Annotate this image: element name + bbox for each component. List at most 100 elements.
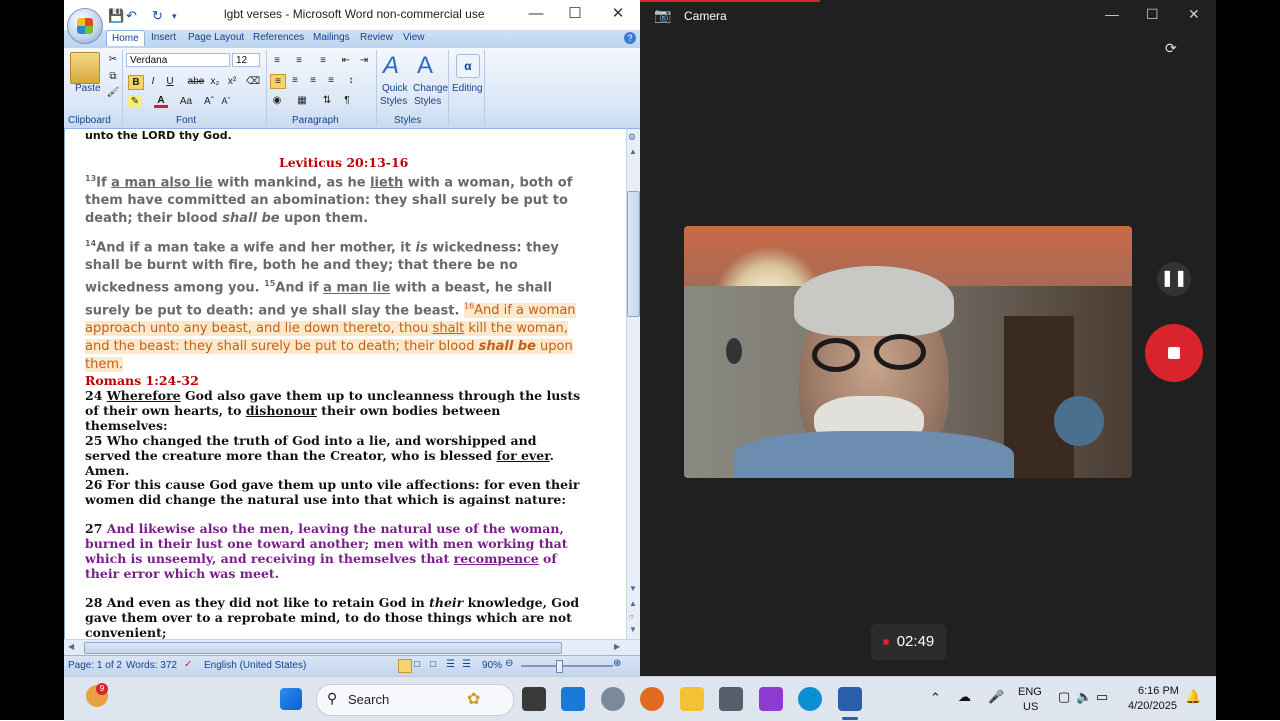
undo-icon[interactable]: ↶ [126, 8, 137, 24]
notifications-icon[interactable]: 🔔 [1185, 689, 1201, 705]
justify-icon[interactable]: ≡ [324, 74, 338, 87]
superscript-button[interactable]: x² [225, 75, 239, 88]
office-button[interactable] [67, 8, 103, 44]
qat-menu-icon[interactable]: ▾ [172, 11, 177, 22]
zoom-slider[interactable] [521, 665, 613, 667]
shading-icon[interactable]: ◉ [270, 94, 284, 107]
camera-taskbar-icon[interactable] [719, 687, 743, 711]
clock-date[interactable]: 4/20/2025 [1128, 700, 1177, 712]
pause-button[interactable]: ❚❚ [1157, 262, 1191, 296]
minimize-button[interactable]: — [1105, 6, 1119, 22]
draft-icon[interactable]: ☰ [462, 659, 471, 670]
document-area[interactable]: unto the LORD thy God. Leviticus 20:13-1… [64, 129, 640, 639]
scrollbar-thumb[interactable] [627, 191, 640, 317]
scroll-up-icon[interactable]: ▲ [629, 147, 637, 156]
save-icon[interactable]: 💾 [108, 8, 124, 24]
increase-indent-icon[interactable]: ⇥ [357, 54, 371, 67]
document-page[interactable]: unto the LORD thy God. Leviticus 20:13-1… [65, 129, 625, 639]
cut-icon[interactable]: ✂ [106, 53, 120, 66]
copy-icon[interactable]: ⧉ [106, 70, 120, 83]
volume-icon[interactable]: 🔈 [1076, 689, 1092, 705]
tab-page-layout[interactable]: Page Layout [188, 32, 244, 43]
maximize-button[interactable]: ☐ [1146, 6, 1159, 23]
clear-formatting-icon[interactable]: ⌫ [246, 75, 260, 88]
zoom-in-icon[interactable]: ⊕ [613, 658, 621, 669]
web-layout-icon[interactable]: □ [430, 659, 436, 670]
scroll-left-icon[interactable]: ◀ [68, 642, 74, 651]
language-2[interactable]: US [1023, 701, 1038, 713]
settings-icon[interactable] [601, 687, 625, 711]
horizontal-thumb[interactable] [84, 642, 562, 654]
battery-icon[interactable]: ▭ [1096, 689, 1108, 705]
highlight-icon[interactable]: ✎ [128, 95, 142, 108]
format-painter-icon[interactable]: 🖌 [106, 86, 120, 99]
language-1[interactable]: ENG [1018, 686, 1042, 698]
proofing-icon[interactable]: ✓ [184, 659, 192, 670]
close-button[interactable]: ✕ [607, 4, 629, 24]
zoom-slider-handle[interactable] [556, 660, 563, 673]
strikethrough-button[interactable]: abe [186, 75, 206, 88]
paste-icon[interactable] [70, 52, 100, 84]
outline-icon[interactable]: ☰ [446, 659, 455, 670]
language-status[interactable]: English (United States) [204, 660, 306, 671]
scroll-right-icon[interactable]: ▶ [614, 642, 620, 651]
switch-camera-icon[interactable]: ⟳ [1165, 40, 1177, 57]
italic-button[interactable]: I [146, 75, 160, 88]
binoculars-icon[interactable]: α [456, 54, 480, 78]
print-layout-icon[interactable] [398, 659, 412, 673]
tab-mailings[interactable]: Mailings [313, 32, 350, 43]
bullets-icon[interactable]: ≡ [270, 54, 284, 67]
task-view-icon[interactable] [522, 687, 546, 711]
tab-review[interactable]: Review [360, 32, 393, 43]
tab-view[interactable]: View [403, 32, 425, 43]
tab-insert[interactable]: Insert [151, 32, 176, 43]
align-left-icon[interactable]: ≡ [270, 74, 286, 89]
page-count[interactable]: Page: 1 of 2 [68, 660, 122, 671]
file-explorer-icon[interactable] [680, 687, 704, 711]
show-marks-icon[interactable]: ¶ [340, 94, 354, 107]
change-case-icon[interactable]: Aa [176, 95, 196, 108]
search-box[interactable]: ⚲ Search ✿ [316, 684, 514, 716]
edge-icon[interactable] [798, 687, 822, 711]
minimize-button[interactable]: — [525, 4, 547, 24]
help-icon[interactable]: ? [624, 32, 636, 44]
font-name-select[interactable]: Verdana [126, 53, 230, 67]
microphone-icon[interactable]: 🎤 [988, 689, 1004, 705]
decrease-indent-icon[interactable]: ⇤ [339, 54, 353, 67]
change-styles-icon[interactable]: A [417, 52, 443, 80]
close-button[interactable]: ✕ [1188, 6, 1200, 23]
multilevel-list-icon[interactable]: ≡ [316, 54, 330, 67]
stop-recording-button[interactable] [1145, 324, 1203, 382]
display-icon[interactable]: ▢ [1058, 689, 1070, 705]
subscript-button[interactable]: x₂ [208, 75, 222, 88]
clock-time[interactable]: 6:16 PM [1138, 685, 1179, 697]
underline-button[interactable]: U [163, 75, 177, 88]
bold-button[interactable]: B [128, 75, 144, 90]
store-icon[interactable] [561, 687, 585, 711]
quick-styles-icon[interactable]: A [383, 52, 409, 80]
ruler-toggle-icon[interactable]: ⚙ [628, 132, 636, 143]
redo-icon[interactable]: ↻ [152, 8, 163, 24]
grow-font-icon[interactable]: Aˆ [202, 95, 216, 108]
font-color-icon[interactable]: A [154, 94, 168, 108]
clipchamp-icon[interactable] [759, 687, 783, 711]
line-spacing-icon[interactable]: ↕ [344, 74, 358, 87]
zoom-level[interactable]: 90% [482, 660, 502, 671]
maximize-button[interactable]: ☐ [564, 4, 586, 24]
zoom-out-icon[interactable]: ⊖ [505, 658, 513, 669]
shrink-font-icon[interactable]: Aˇ [219, 95, 233, 108]
select-browse-object-icon[interactable]: ○ [629, 612, 634, 621]
firefox-icon[interactable] [640, 687, 664, 711]
previous-page-icon[interactable]: ▲ [629, 599, 637, 608]
scroll-down-icon[interactable]: ▼ [629, 584, 637, 593]
start-icon[interactable] [280, 688, 302, 710]
editing-label[interactable]: Editing [452, 83, 483, 94]
tab-home[interactable]: Home [106, 30, 145, 46]
numbering-icon[interactable]: ≡ [292, 54, 306, 67]
word-count[interactable]: Words: 372 [126, 660, 177, 671]
font-size-select[interactable]: 12 [232, 53, 260, 67]
onedrive-icon[interactable]: ☁ [958, 689, 971, 705]
sort-icon[interactable]: ⇅ [320, 94, 334, 107]
word-taskbar-icon[interactable] [838, 687, 862, 711]
full-screen-icon[interactable]: □ [414, 659, 420, 670]
